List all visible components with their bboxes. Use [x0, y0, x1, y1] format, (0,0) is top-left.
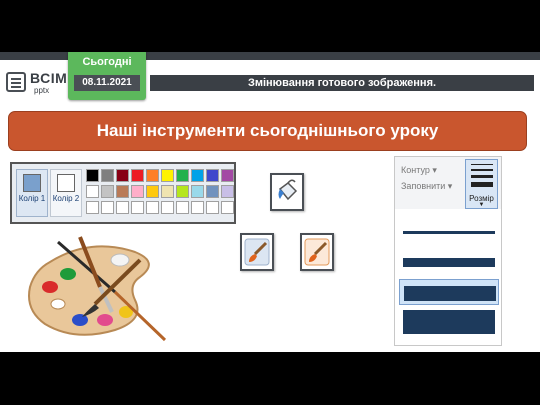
outline-label: Контур [401, 165, 430, 175]
size-option-line [403, 310, 495, 334]
size-option[interactable] [399, 219, 499, 245]
brush-tool-selected-icon [304, 238, 330, 266]
color-swatch[interactable] [206, 169, 219, 182]
color-swatch[interactable] [161, 185, 174, 198]
color2-label: Колір 2 [52, 194, 80, 203]
fill-menu[interactable]: Заповнити ▾ [401, 181, 452, 192]
bottom-bar [0, 352, 540, 405]
size-panel: Контур ▾ Заповнити ▾ Розмір ▼ [394, 156, 502, 346]
fill-label: Заповнити [401, 181, 446, 191]
fill-tool-button[interactable] [270, 173, 304, 211]
color1-swatch [23, 174, 41, 192]
art-palette-icon [28, 236, 167, 342]
color2-button[interactable]: Колір 2 [50, 169, 82, 217]
size-option[interactable] [399, 279, 499, 305]
today-label: Сьогодні [82, 56, 132, 68]
size-option-line [403, 230, 495, 234]
size-option[interactable] [399, 309, 499, 335]
logo-icon [6, 72, 26, 92]
logo-text: ВСІМ [30, 70, 68, 86]
color-swatch[interactable] [116, 201, 129, 214]
size-option-line [404, 285, 496, 301]
size-button[interactable]: Розмір ▼ [465, 159, 498, 209]
section-banner: Наші інструменти сьогоднішнього уроку [8, 111, 527, 151]
today-date: 08.11.2021 [74, 75, 140, 91]
color-swatch[interactable] [116, 185, 129, 198]
size-line-1 [471, 164, 493, 165]
color2-swatch [57, 174, 75, 192]
color-swatch[interactable] [176, 185, 189, 198]
size-option-line [403, 257, 495, 267]
color-swatch[interactable] [176, 169, 189, 182]
size-line-2 [471, 169, 493, 171]
outline-menu[interactable]: Контур ▾ [401, 165, 437, 176]
colors-panel: Колір 1 Колір 2 [10, 162, 236, 224]
brush-tool-selected-button[interactable] [300, 233, 334, 271]
color-swatch[interactable] [131, 185, 144, 198]
color1-label: Колір 1 [18, 194, 46, 203]
color-swatch[interactable] [131, 201, 144, 214]
color-swatch[interactable] [146, 185, 159, 198]
color-swatch[interactable] [206, 185, 219, 198]
color-swatch[interactable] [116, 169, 129, 182]
size-option[interactable] [399, 249, 499, 275]
color-swatch[interactable] [146, 201, 159, 214]
color-swatch[interactable] [131, 169, 144, 182]
color-swatch[interactable] [191, 169, 204, 182]
color-swatch[interactable] [176, 201, 189, 214]
color-swatch[interactable] [86, 169, 99, 182]
brush-tool-icon [244, 238, 270, 266]
size-dropdown-arrow: ▼ [478, 202, 485, 208]
size-line-4 [471, 182, 493, 187]
logo: ВСІМ pptx [6, 70, 68, 96]
slide: ВСІМ pptx Сьогодні 08.11.2021 Змінювання… [0, 52, 540, 352]
color-swatch[interactable] [86, 185, 99, 198]
color-swatch[interactable] [221, 185, 234, 198]
color-swatch[interactable] [161, 169, 174, 182]
brush-tool-button[interactable] [240, 233, 274, 271]
color-swatch[interactable] [191, 185, 204, 198]
fill-bucket-icon [278, 179, 298, 201]
logo-sub: pptx [34, 86, 50, 95]
color-swatch[interactable] [161, 201, 174, 214]
page-title: Змінювання готового зображення. [150, 75, 534, 91]
color-swatch[interactable] [86, 201, 99, 214]
color-swatch[interactable] [221, 169, 234, 182]
color-swatch[interactable] [101, 201, 114, 214]
color-swatch[interactable] [101, 185, 114, 198]
size-ribbon: Контур ▾ Заповнити ▾ Розмір ▼ [395, 157, 501, 209]
color-swatch[interactable] [221, 201, 234, 214]
color-swatch[interactable] [206, 201, 219, 214]
color1-button[interactable]: Колір 1 [16, 169, 48, 217]
size-line-3 [471, 175, 493, 178]
color-swatch[interactable] [101, 169, 114, 182]
today-badge: Сьогодні 08.11.2021 [68, 52, 146, 100]
color-swatch[interactable] [191, 201, 204, 214]
color-swatch[interactable] [146, 169, 159, 182]
